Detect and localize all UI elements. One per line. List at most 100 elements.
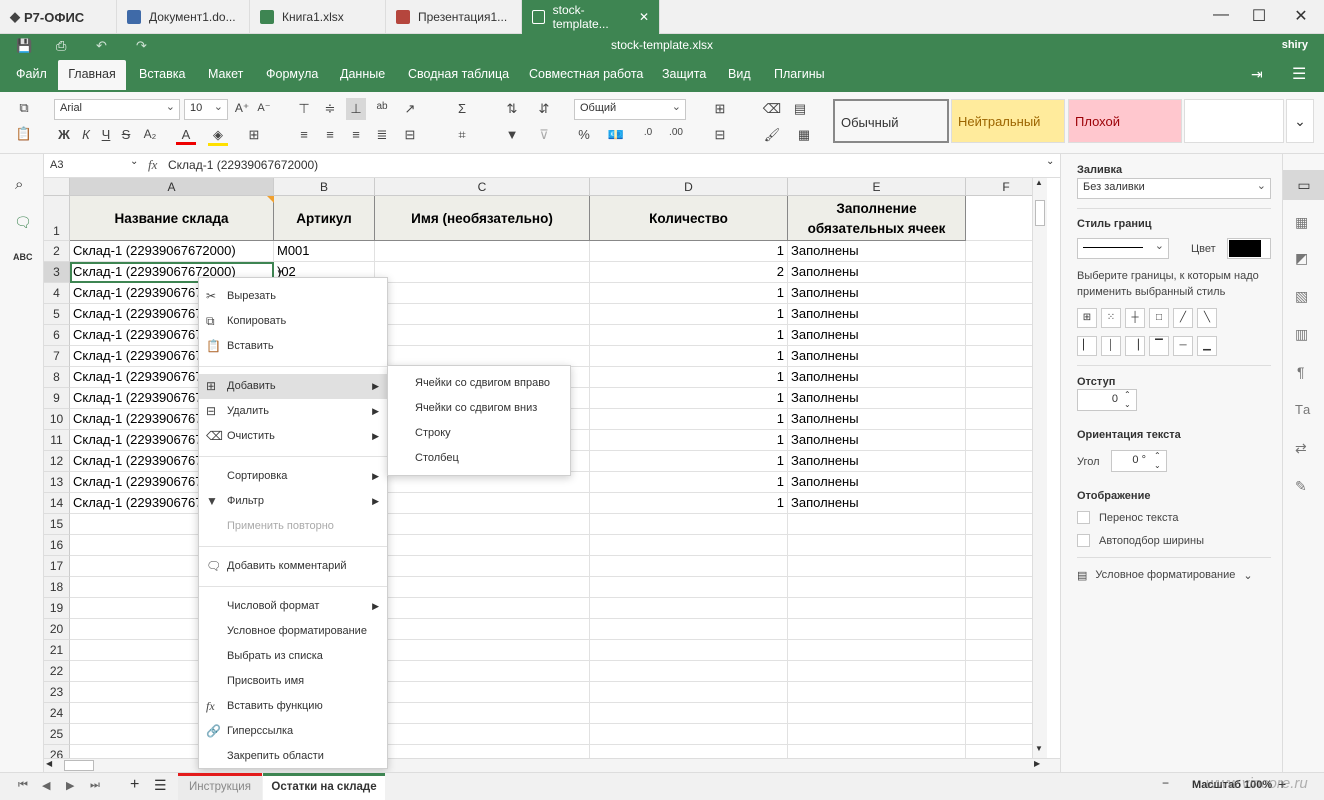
style-normal[interactable]: Обычный [833,99,949,143]
submenu-item-shift-down[interactable]: Ячейки со сдвигом вниз [388,396,570,421]
cell-e[interactable] [788,619,966,640]
cell-d[interactable] [590,577,788,598]
menu-item-conditional-format[interactable]: Условное форматирование [199,619,387,644]
copy-icon[interactable]: ⧉ [14,100,34,116]
underline-icon[interactable]: Ч [96,127,116,142]
decrease-font-icon[interactable]: A⁻ [254,101,274,114]
maximize-icon[interactable]: ☐ [1244,6,1274,28]
cell-e[interactable]: Заполнены [788,367,966,388]
style-empty[interactable] [1184,99,1284,143]
cell-e[interactable]: Заполнены [788,493,966,514]
row-header[interactable]: 26 [44,745,70,758]
pivot-settings-icon[interactable]: ⇄ [1295,440,1307,457]
minimize-icon[interactable]: — [1206,6,1236,28]
cell-d[interactable]: 1 [590,346,788,367]
paste-icon[interactable]: 📋 [14,126,34,142]
cell-e[interactable] [788,745,966,758]
cell-d[interactable] [590,661,788,682]
vertical-scroll-thumb[interactable] [1035,200,1045,226]
row-header[interactable]: 23 [44,682,70,703]
hamburger-menu-icon[interactable]: ☰ [1292,64,1306,84]
conditional-format-button[interactable]: ▤ Условное форматирование ⌄ [1077,569,1253,582]
submenu-item-column[interactable]: Столбец [388,446,570,471]
row-header[interactable]: 3 [44,262,70,283]
menu-home[interactable]: Главная [58,60,126,90]
filter-icon[interactable]: ▼ [502,127,522,142]
cell-e[interactable]: Заполнены [788,388,966,409]
first-sheet-icon[interactable]: ⏮ [18,779,28,792]
menu-insert[interactable]: Вставка [129,60,195,90]
row-header[interactable]: 2 [44,241,70,262]
cell-a[interactable]: Склад-1 (22939067672000) [70,241,274,262]
cell-d[interactable] [590,745,788,758]
align-bottom-icon[interactable]: ⊥ [346,98,366,120]
cell-e[interactable]: Заполнены [788,346,966,367]
image-settings-icon[interactable]: ▧ [1295,288,1308,305]
angle-stepper-icon[interactable]: ⌃ ⌄ [1154,451,1161,471]
cell-d[interactable]: 1 [590,241,788,262]
cell-d[interactable] [590,724,788,745]
insert-cells-icon[interactable]: ⊞ [710,101,730,117]
tab-document[interactable]: Документ1.do... [116,0,250,34]
tab-workbook[interactable]: Книга1.xlsx [250,0,386,34]
cell-d[interactable] [590,619,788,640]
align-left-icon[interactable]: ≡ [294,127,314,142]
align-center-icon[interactable]: ≡ [320,127,340,142]
row-header[interactable]: 14 [44,493,70,514]
scroll-right-icon[interactable]: ▶ [1034,759,1040,768]
menu-formula[interactable]: Формула [256,60,328,90]
row-header[interactable]: 24 [44,703,70,724]
align-top-icon[interactable]: ⊤ [294,101,314,117]
border-all-icon[interactable]: ⊞ [1077,308,1097,328]
cell-c[interactable] [375,619,590,640]
row-header[interactable]: 20 [44,619,70,640]
fill-select[interactable]: Без заливки [1077,178,1271,199]
menu-item-number-format[interactable]: Числовой формат ▶ [199,594,387,619]
border-top-icon[interactable]: ▔ [1149,336,1169,356]
cell-c[interactable] [375,283,590,304]
spellcheck-icon[interactable]: ABC [13,252,33,262]
named-ranges-icon[interactable]: ⌗ [452,127,472,143]
menu-item-copy[interactable]: ⧉ Копировать [199,309,387,334]
row-header-1[interactable]: 1 [44,196,70,241]
indent-stepper-icon[interactable]: ⌃ ⌄ [1124,390,1131,410]
fill-color-icon[interactable]: ◈ [208,127,228,146]
cell-c[interactable] [375,745,590,758]
cell-e[interactable]: Заполнены [788,430,966,451]
submenu-item-row[interactable]: Строку [388,421,570,446]
cell-e[interactable]: Заполнены [788,325,966,346]
italic-icon[interactable]: К [76,127,96,142]
border-right-icon[interactable]: ▕ [1125,336,1145,356]
cell-d[interactable] [590,640,788,661]
select-all-corner[interactable] [44,178,70,196]
cell-c[interactable] [375,661,590,682]
cell-d[interactable]: 1 [590,493,788,514]
vertical-scrollbar[interactable]: ▲ ▼ [1032,178,1047,758]
textart-settings-icon[interactable]: Tа [1295,402,1310,417]
header-cell-quantity[interactable]: Количество [590,196,788,241]
cell-c[interactable] [375,577,590,598]
delete-cells-icon[interactable]: ⊟ [710,127,730,143]
menu-item-add-comment[interactable]: 🗨 Добавить комментарий [199,554,387,579]
horizontal-scrollbar[interactable]: ◀ ▶ [44,758,1060,772]
cell-e[interactable] [788,577,966,598]
currency-icon[interactable]: 💶 [606,127,626,143]
menu-layout[interactable]: Макет [198,60,253,90]
copy-style-icon[interactable]: 🖌 [762,127,782,143]
column-header-e[interactable]: E [788,178,966,196]
menu-item-pick-list[interactable]: Выбрать из списка [199,644,387,669]
cell-e[interactable] [788,661,966,682]
menu-item-insert-function[interactable]: fx Вставить функцию [199,694,387,719]
cell-d[interactable]: 1 [590,430,788,451]
menu-data[interactable]: Данные [330,60,395,90]
cell-c[interactable] [375,514,590,535]
cell-d[interactable] [590,682,788,703]
border-outer-icon[interactable]: □ [1149,308,1169,328]
menu-pivot[interactable]: Сводная таблица [398,60,519,90]
cell-b[interactable]: M001 [274,241,375,262]
cell-e[interactable]: Заполнены [788,472,966,493]
cell-d[interactable] [590,556,788,577]
border-color-picker[interactable] [1227,238,1271,259]
close-tab-icon[interactable]: ✕ [639,10,649,24]
cell-c[interactable] [375,556,590,577]
